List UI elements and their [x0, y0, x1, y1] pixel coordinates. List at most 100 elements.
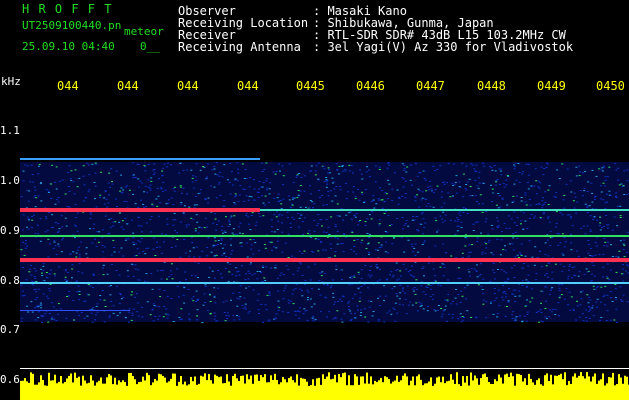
level-bar	[498, 374, 500, 400]
noise-dot	[580, 298, 583, 300]
noise-dot	[245, 287, 248, 289]
noise-dot	[383, 213, 386, 214]
noise-dot	[252, 289, 255, 291]
noise-dot	[221, 247, 224, 249]
noise-dot	[520, 197, 523, 198]
noise-dot	[74, 237, 76, 239]
noise-dot	[353, 239, 356, 241]
noise-dot	[291, 255, 293, 257]
noise-dot	[567, 304, 570, 306]
noise-dot	[329, 172, 331, 174]
noise-dot	[57, 243, 60, 245]
noise-dot	[407, 239, 410, 241]
noise-dot	[170, 263, 173, 265]
level-bar	[510, 372, 512, 400]
noise-dot	[447, 279, 450, 281]
noise-dot	[213, 166, 216, 167]
noise-dot	[463, 287, 466, 289]
noise-dot	[614, 297, 617, 298]
noise-dot	[586, 206, 589, 208]
level-bar	[110, 375, 112, 400]
level-bar	[366, 372, 368, 400]
noise-dot	[493, 278, 496, 280]
noise-dot	[494, 184, 497, 186]
level-bar	[294, 382, 296, 400]
level-bar	[38, 382, 40, 400]
noise-dot	[173, 190, 176, 192]
noise-dot	[119, 293, 122, 294]
noise-dot	[235, 233, 238, 235]
noise-dot	[374, 181, 377, 183]
noise-dot	[478, 182, 481, 184]
noise-dot	[77, 285, 80, 287]
noise-dot	[165, 203, 168, 205]
noise-dot	[411, 219, 414, 221]
noise-dot	[350, 248, 353, 250]
noise-dot	[539, 182, 542, 184]
noise-dot	[604, 304, 606, 306]
noise-dot	[223, 253, 226, 255]
noise-dot	[75, 225, 78, 227]
noise-dot	[104, 306, 107, 307]
noise-dot	[213, 186, 216, 188]
noise-dot	[371, 211, 374, 213]
noise-dot	[461, 162, 464, 164]
level-bar	[386, 377, 388, 400]
noise-dot	[525, 286, 528, 288]
noise-dot	[325, 186, 328, 188]
level-bar	[168, 381, 170, 400]
noise-dot	[118, 251, 121, 253]
noise-dot	[626, 169, 629, 171]
noise-dot	[416, 175, 419, 177]
noise-dot	[457, 293, 460, 295]
noise-dot	[584, 171, 587, 173]
noise-dot	[26, 216, 29, 218]
noise-dot	[521, 280, 524, 282]
noise-dot	[439, 165, 442, 167]
noise-dot	[468, 178, 471, 180]
noise-dot	[214, 218, 217, 220]
level-bar	[146, 372, 148, 400]
noise-dot	[180, 308, 183, 310]
level-bar	[376, 382, 378, 400]
noise-dot	[96, 303, 99, 305]
noise-dot	[291, 204, 294, 206]
noise-dot	[137, 315, 140, 317]
noise-dot	[331, 200, 334, 202]
noise-dot	[203, 293, 206, 295]
noise-dot	[531, 297, 534, 299]
noise-dot	[280, 272, 283, 274]
noise-dot	[604, 176, 607, 178]
noise-dot	[224, 320, 227, 322]
level-bar	[434, 383, 436, 400]
noise-dot	[602, 276, 604, 278]
noise-dot	[377, 198, 380, 200]
noise-dot	[278, 213, 281, 215]
noise-dot	[592, 285, 595, 287]
noise-dot	[518, 181, 521, 183]
noise-dot	[511, 314, 514, 316]
freq-tick: 1.1	[0, 124, 20, 137]
noise-dot	[584, 203, 587, 205]
noise-dot	[300, 176, 303, 178]
noise-dot	[317, 178, 320, 180]
noise-dot	[357, 271, 360, 273]
noise-dot	[533, 217, 536, 219]
noise-dot	[368, 214, 371, 216]
noise-dot	[124, 186, 127, 188]
noise-dot	[298, 307, 301, 309]
noise-dot	[469, 186, 472, 187]
noise-dot	[167, 199, 170, 201]
noise-dot	[401, 163, 404, 165]
level-bar	[212, 383, 214, 400]
noise-dot	[73, 319, 75, 321]
detection-count: 0__	[140, 40, 160, 53]
noise-dot	[229, 238, 232, 240]
noise-dot	[35, 197, 38, 199]
noise-dot	[273, 246, 275, 248]
level-bar	[394, 380, 396, 400]
noise-dot	[359, 220, 362, 221]
noise-dot	[85, 253, 88, 255]
noise-dot	[82, 165, 85, 167]
noise-dot	[210, 251, 213, 253]
